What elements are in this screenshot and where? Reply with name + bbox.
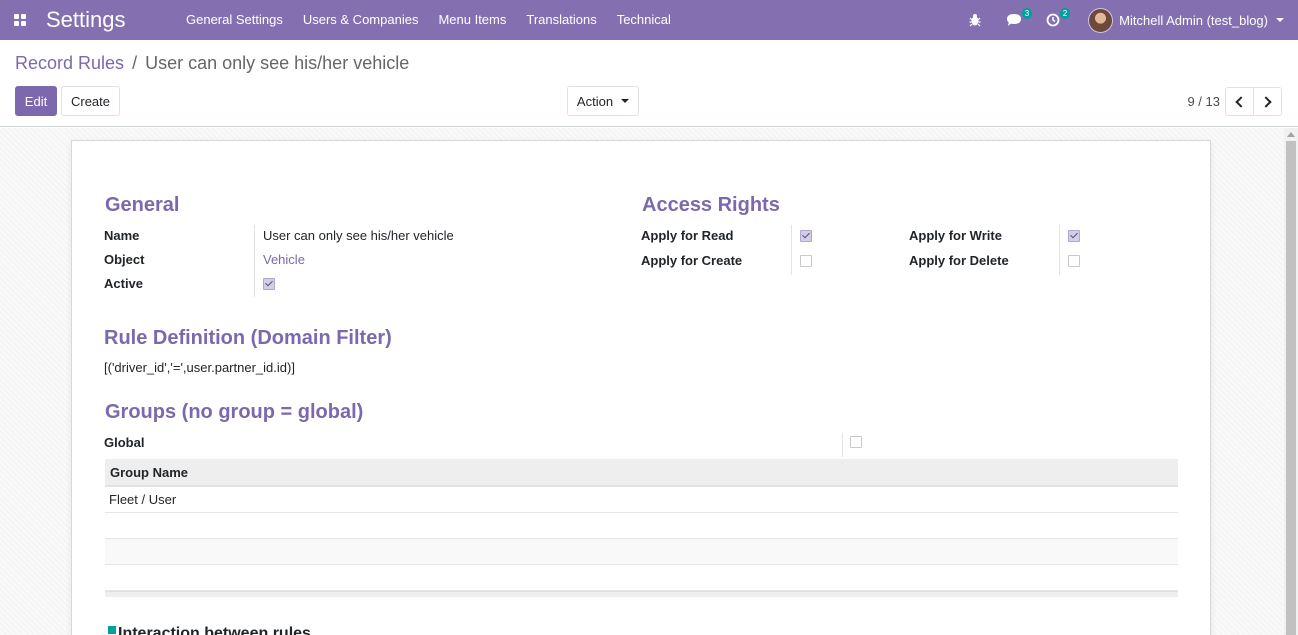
object-link[interactable]: Vehicle — [263, 252, 305, 267]
caret-down-icon — [621, 99, 630, 103]
apply-create-label: Apply for Create — [641, 253, 743, 268]
menu-users-companies[interactable]: Users & Companies — [293, 0, 429, 40]
messages-icon[interactable]: 3 — [994, 0, 1034, 40]
global-checkbox[interactable] — [850, 436, 862, 448]
group-name-header-label: Group Name — [110, 464, 189, 480]
avatar — [1088, 7, 1114, 33]
user-menu[interactable]: Mitchell Admin (test_blog) — [1072, 0, 1298, 40]
table-row — [105, 565, 1178, 591]
table-row[interactable]: Fleet / User — [105, 487, 1178, 513]
name-label: Name — [104, 228, 140, 243]
scroll-up-arrow-icon[interactable] — [1287, 132, 1295, 137]
apply-create-checkbox[interactable] — [800, 255, 812, 267]
apply-read-checkbox[interactable] — [800, 230, 812, 242]
systray: 3 2 Mitchell Admin (test_blog) — [956, 0, 1298, 40]
chevron-right-icon — [1260, 95, 1272, 108]
global-label: Global — [104, 435, 145, 450]
object-label: Object — [104, 252, 145, 267]
name-value[interactable]: User can only see his/her vehicle — [263, 228, 454, 243]
menu-technical[interactable]: Technical — [607, 0, 681, 40]
chevron-down-icon — [1276, 18, 1284, 22]
table-row — [105, 539, 1178, 565]
breadcrumb: Record Rules / User can only see his/her… — [15, 53, 409, 74]
menu-general-settings[interactable]: General Settings — [176, 0, 293, 40]
top-navbar: Settings General Settings Users & Compan… — [0, 0, 1298, 40]
table-row — [105, 513, 1178, 539]
menu-translations[interactable]: Translations — [516, 0, 606, 40]
main-menu: General Settings Users & Companies Menu … — [176, 0, 681, 40]
breadcrumb-current: User can only see his/her vehicle — [145, 53, 410, 73]
apps-menu-icon[interactable] — [0, 0, 40, 40]
access-divider-left — [791, 225, 792, 275]
active-checkbox[interactable] — [263, 278, 275, 290]
global-divider — [842, 433, 843, 457]
pager-value[interactable]: 9 / 13 — [1187, 94, 1220, 109]
domain-value[interactable]: [('driver_id','=',user.partner_id.id)] — [104, 360, 295, 375]
interaction-title: Interaction between rules — [118, 625, 311, 635]
action-dropdown[interactable]: Action — [567, 86, 639, 116]
debug-icon[interactable] — [956, 0, 994, 40]
create-button-label: Create — [70, 93, 111, 109]
scroll-thumb[interactable] — [1286, 141, 1296, 635]
action-dropdown-label: Action — [576, 93, 614, 109]
access-rights-title: Access Rights — [642, 194, 780, 216]
messages-badge: 3 — [1021, 8, 1033, 19]
breadcrumb-record-rules[interactable]: Record Rules — [15, 53, 124, 73]
activities-badge: 2 — [1059, 8, 1071, 19]
vertical-scrollbar[interactable] — [1284, 128, 1298, 635]
apply-delete-label: Apply for Delete — [909, 253, 1009, 268]
form-sheet: General Name User can only see his/her v… — [71, 140, 1211, 635]
apply-write-checkbox[interactable] — [1068, 230, 1080, 242]
section-marker-icon — [108, 626, 116, 634]
control-panel: Record Rules / User can only see his/her… — [0, 40, 1298, 127]
app-title[interactable]: Settings — [46, 7, 176, 33]
apply-delete-checkbox[interactable] — [1068, 255, 1080, 267]
pager-next-button[interactable] — [1253, 87, 1282, 116]
general-title: General — [105, 194, 180, 216]
group-name-column-header[interactable]: Group Name — [105, 459, 1178, 487]
group-name-cell: Fleet / User — [109, 492, 177, 507]
activities-icon[interactable]: 2 — [1034, 0, 1072, 40]
groups-title: Groups (no group = global) — [105, 401, 364, 423]
menu-menu-items[interactable]: Menu Items — [428, 0, 516, 40]
apply-read-label: Apply for Read — [641, 228, 734, 243]
user-name: Mitchell Admin (test_blog) — [1119, 12, 1268, 28]
breadcrumb-separator: / — [132, 53, 138, 73]
table-footer — [105, 591, 1178, 597]
create-button[interactable]: Create — [61, 86, 120, 116]
access-divider-right — [1059, 225, 1060, 275]
apply-write-label: Apply for Write — [909, 228, 1002, 243]
pager-previous-button[interactable] — [1225, 87, 1254, 116]
active-label: Active — [104, 276, 144, 291]
edit-button[interactable]: Edit — [15, 86, 57, 116]
form-view: General Name User can only see his/her v… — [0, 128, 1298, 635]
general-divider — [254, 225, 255, 297]
chevron-left-icon — [1235, 95, 1247, 108]
groups-table: Group Name Fleet / User — [105, 459, 1178, 597]
domain-title: Rule Definition (Domain Filter) — [104, 327, 392, 349]
